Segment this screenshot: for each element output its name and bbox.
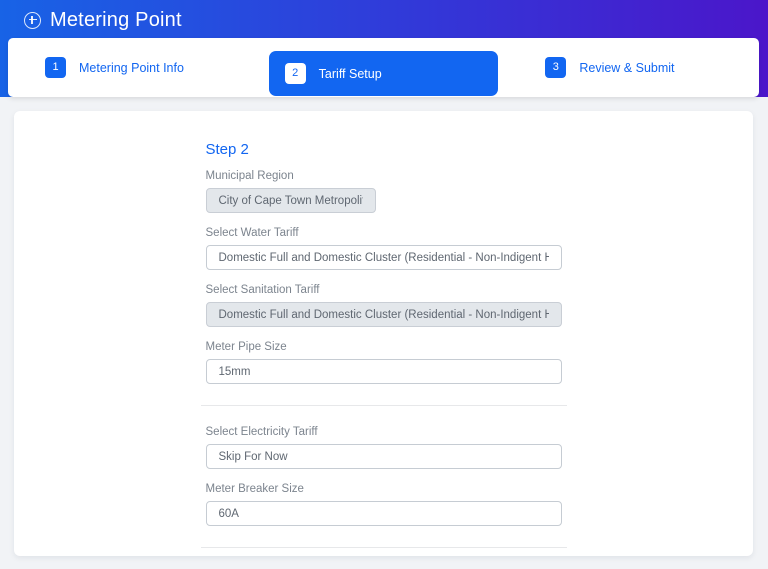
plus-circle-icon	[24, 11, 41, 29]
meter-pipe-size-label: Meter Pipe Size	[205, 341, 287, 353]
section-divider-bottom	[200, 547, 567, 548]
stepper-step-tariff-setup[interactable]: 2 Tariff Setup	[268, 51, 499, 96]
field-sanitation-tariff: Select Sanitation Tariff	[205, 284, 562, 327]
municipal-region-label: Municipal Region	[205, 170, 294, 182]
page-title: Metering Point	[50, 8, 182, 31]
sanitation-tariff-input	[205, 302, 562, 327]
field-water-tariff: Select Water Tariff	[205, 227, 562, 270]
field-municipal-region: Municipal Region	[205, 170, 562, 213]
form-card: Step 2 Municipal Region Select Water Tar…	[14, 111, 753, 556]
step-heading: Step 2	[205, 141, 249, 158]
municipal-region-input	[205, 188, 376, 213]
meter-pipe-size-input[interactable]	[205, 359, 562, 384]
water-tariff-input[interactable]	[205, 245, 562, 270]
electricity-tariff-label: Select Electricity Tariff	[205, 426, 318, 438]
stepper-step-metering-point-info[interactable]: 1 Metering Point Info	[8, 38, 259, 97]
field-meter-breaker-size: Meter Breaker Size	[205, 483, 562, 526]
stepper: 1 Metering Point Info 2 Tariff Setup 3 R…	[8, 38, 759, 97]
meter-breaker-size-input[interactable]	[205, 501, 562, 526]
sanitation-tariff-label: Select Sanitation Tariff	[205, 284, 320, 296]
step-2-badge: 2	[284, 63, 306, 84]
step-1-badge: 1	[45, 57, 66, 78]
step-1-label: Metering Point Info	[79, 60, 184, 75]
step-3-label: Review & Submit	[579, 60, 675, 75]
title-row: Metering Point	[0, 0, 768, 40]
form-column: Step 2 Municipal Region Select Water Tar…	[200, 141, 567, 556]
meter-breaker-size-label: Meter Breaker Size	[205, 483, 304, 495]
water-tariff-label: Select Water Tariff	[205, 227, 299, 239]
stepper-step-review-submit[interactable]: 3 Review & Submit	[508, 38, 759, 97]
step-2-label: Tariff Setup	[318, 66, 382, 81]
field-electricity-tariff: Select Electricity Tariff	[205, 426, 562, 469]
electricity-tariff-input[interactable]	[205, 444, 562, 469]
section-divider-top	[200, 405, 567, 406]
step-3-badge: 3	[545, 57, 567, 78]
field-meter-pipe-size: Meter Pipe Size	[205, 341, 562, 384]
